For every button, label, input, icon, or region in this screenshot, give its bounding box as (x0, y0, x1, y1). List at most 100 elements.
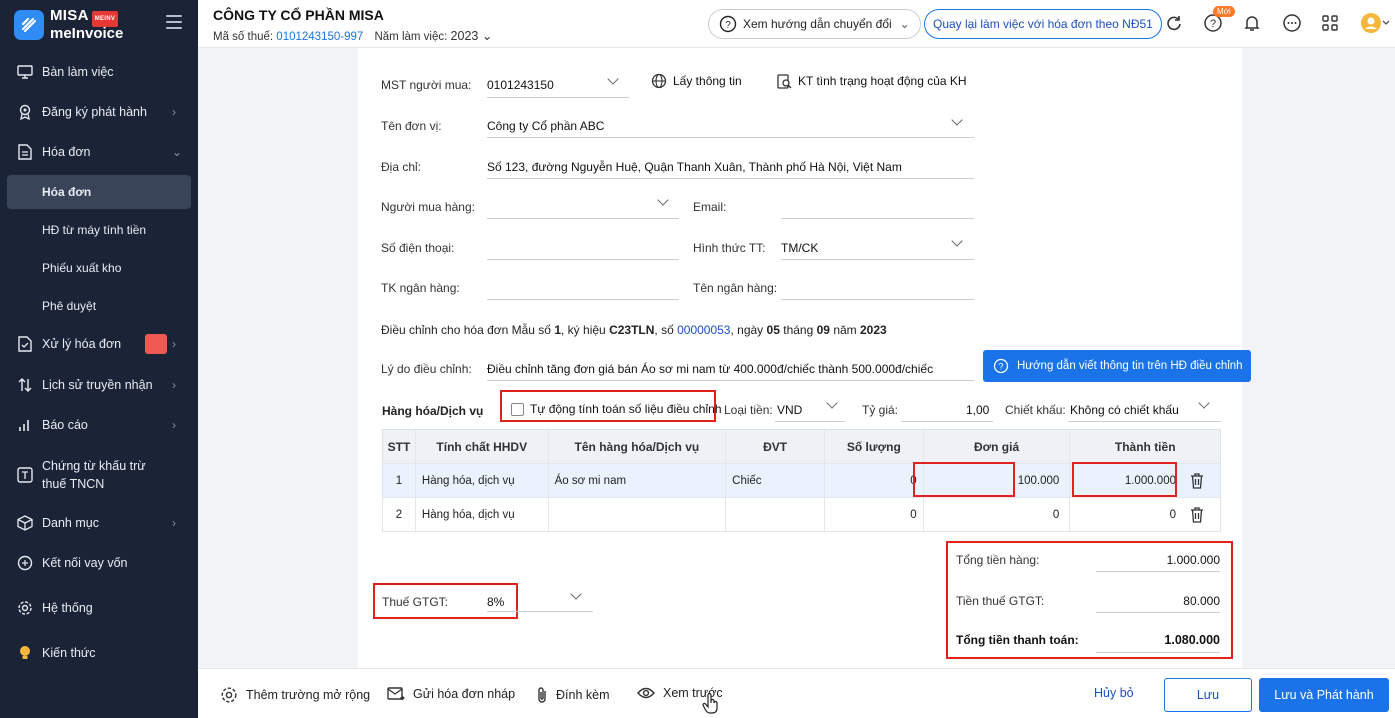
row-qty[interactable]: 0 (825, 464, 924, 497)
app-logo[interactable]: MISA MEINV meInvoice (14, 7, 124, 42)
checkbox-icon[interactable] (511, 402, 524, 416)
send-draft-button[interactable]: Gửi hóa đơn nháp (387, 686, 515, 702)
vat-rate-label: Thuế GTGT: (382, 595, 449, 609)
currency-label: Loại tiền: (724, 403, 773, 417)
avatar[interactable] (1360, 12, 1390, 34)
tax-document-icon (16, 466, 34, 484)
refresh-icon[interactable] (1163, 12, 1185, 34)
sidebar-subitem-approval[interactable]: Phê duyệt (42, 289, 96, 323)
discount-label: Chiết khấu: (1005, 403, 1066, 417)
apps-grid-icon[interactable] (1319, 12, 1341, 34)
sidebar-item-label: Lịch sử truyền nhận (42, 378, 153, 392)
brand-line1: MISA (50, 7, 89, 24)
back-nd51-button[interactable]: Quay lại làm việc với hóa đơn theo NĐ51 (924, 9, 1162, 39)
brand-line2: meInvoice (50, 25, 124, 42)
table-row[interactable]: 2 Hàng hóa, dịch vụ 0 0 0 (383, 497, 1220, 531)
menu-toggle-icon[interactable] (166, 15, 182, 33)
add-field-button[interactable]: Thêm trường mở rộng (220, 686, 370, 704)
top-header: CÔNG TY CỔ PHẦN MISA Mã số thuế: 0101243… (198, 0, 1395, 48)
rate-input[interactable]: 1,00 (966, 403, 989, 417)
misa-logo-icon (14, 10, 44, 40)
discount-select[interactable]: Không có chiết khấu (1070, 403, 1179, 417)
mst-label: Mã số thuế: (213, 31, 274, 43)
mail-send-icon (387, 687, 405, 701)
sidebar-item-knowledge[interactable]: Kiến thức (0, 635, 198, 671)
table-header: STT Tính chất HHDV Tên hàng hóa/Dịch vụ … (383, 430, 1220, 463)
phone-input[interactable] (487, 259, 679, 260)
lookup-link-label: Lấy thông tin (673, 74, 742, 88)
total-vat-label: Tiền thuế GTGT: (956, 594, 1045, 608)
hand-cursor-icon (702, 693, 718, 714)
adjustment-guide-label: Hướng dẫn viết thông tin trên HĐ điều ch… (1017, 360, 1243, 372)
bank-account-input[interactable] (487, 299, 679, 300)
sidebar-item-label: Báo cáo (42, 418, 88, 432)
row-name[interactable]: Áo sơ mi nam (549, 464, 727, 497)
column-header: STT (383, 430, 416, 463)
bank-name-input[interactable] (781, 299, 974, 300)
gear-icon (221, 687, 237, 703)
row-amount-cell[interactable]: 0 (1070, 498, 1220, 531)
trash-icon[interactable] (1190, 507, 1204, 523)
save-publish-button[interactable]: Lưu và Phát hành (1259, 678, 1389, 712)
unit-input[interactable]: Công ty Cổ phần ABC (487, 119, 604, 133)
sidebar-subitem-cash-register[interactable]: HĐ từ máy tính tiền (42, 213, 146, 247)
back-button-label: Quay lại làm việc với hóa đơn theo NĐ51 (933, 17, 1153, 31)
save-button[interactable]: Lưu (1164, 678, 1252, 712)
column-header: ĐVT (726, 430, 825, 463)
attach-button[interactable]: Đính kèm (536, 686, 610, 704)
buyer-label: Người mua hàng: (381, 200, 475, 214)
year-select[interactable]: 2023 ⌄ (451, 29, 493, 43)
vat-rate-select[interactable]: 8% (487, 595, 504, 609)
payment-select[interactable]: TM/CK (781, 241, 818, 255)
sidebar-item-catalog[interactable]: Danh mục › (0, 505, 198, 541)
bell-icon[interactable] (1241, 12, 1263, 34)
row-price[interactable]: 0 (924, 498, 1071, 531)
sidebar-item-invoice[interactable]: Hóa đơn ⌄ (0, 134, 198, 170)
sidebar-item-report[interactable]: Báo cáo › (0, 407, 198, 443)
goods-section-title: Hàng hóa/Dịch vụ (382, 404, 484, 418)
sidebar-item-loan[interactable]: Kết nối vay vốn (0, 545, 198, 581)
email-input[interactable] (781, 218, 974, 219)
row-stt: 2 (383, 498, 416, 531)
sidebar-item-tax-certificate[interactable]: Chứng từ khấu trừ thuế TNCN (0, 455, 198, 495)
mst-buyer-input[interactable]: 0101243150 (487, 78, 554, 92)
check-status-link[interactable]: KT tình trạng hoạt động của KH (776, 73, 967, 89)
phone-label: Số điện thoại: (381, 241, 455, 255)
reason-input[interactable]: Điều chỉnh tăng đơn giá bán Áo sơ mi nam… (487, 362, 933, 376)
more-icon[interactable] (1281, 12, 1303, 34)
row-type[interactable]: Hàng hóa, dịch vụ (416, 498, 549, 531)
eye-icon (637, 687, 655, 699)
address-input[interactable]: Số 123, đường Nguyễn Huệ, Quận Thanh Xuâ… (487, 160, 902, 174)
row-name[interactable] (549, 498, 727, 531)
buyer-input[interactable] (487, 218, 679, 219)
lookup-link[interactable]: Lấy thông tin (651, 73, 742, 89)
adjustment-guide-button[interactable]: ? Hướng dẫn viết thông tin trên HĐ điều … (983, 350, 1251, 382)
sidebar-item-system[interactable]: Hệ thống (0, 590, 198, 626)
sidebar-item-label: Chứng từ khấu trừ thuế TNCN (42, 459, 146, 491)
sidebar-item-label: Hóa đơn (42, 145, 91, 159)
monitor-icon (16, 63, 34, 81)
row-unit[interactable] (726, 498, 825, 531)
action-bar: Thêm trường mở rộng Gửi hóa đơn nháp Đín… (198, 668, 1395, 718)
reason-label: Lý do điều chỉnh: (381, 362, 472, 376)
sidebar-subitem-delivery-note[interactable]: Phiếu xuất kho (42, 251, 121, 285)
sidebar-item-desk[interactable]: Bàn làm việc (0, 54, 198, 90)
total-goods-label: Tổng tiền hàng: (956, 553, 1040, 567)
sidebar-item-register[interactable]: Đăng ký phát hành › (0, 94, 198, 130)
sidebar-item-process[interactable]: Xử lý hóa đơn › (0, 326, 198, 362)
tax-info: Mã số thuế: 0101243150-997 Năm làm việc:… (213, 28, 492, 43)
company-name: CÔNG TY CỔ PHẦN MISA (213, 7, 384, 23)
guide-button[interactable]: ? Xem hướng dẫn chuyển đổi ⌄ (708, 9, 921, 39)
bar-chart-icon (16, 416, 34, 434)
row-unit[interactable]: Chiếc (726, 464, 825, 497)
sidebar-subitem-invoice[interactable]: Hóa đơn (42, 175, 91, 209)
trash-icon[interactable] (1190, 473, 1204, 489)
auto-calc-checkbox[interactable]: Tự động tính toán số liệu điều chỉnh (511, 402, 722, 416)
sidebar-item-history[interactable]: Lịch sử truyền nhận › (0, 367, 198, 403)
row-type[interactable]: Hàng hóa, dịch vụ (416, 464, 549, 497)
row-qty[interactable]: 0 (825, 498, 924, 531)
rate-label: Tỷ giá: (862, 403, 899, 417)
currency-select[interactable]: VND (777, 403, 802, 417)
cancel-button[interactable]: Hủy bỏ (1094, 686, 1134, 700)
document-check-icon (16, 335, 34, 353)
